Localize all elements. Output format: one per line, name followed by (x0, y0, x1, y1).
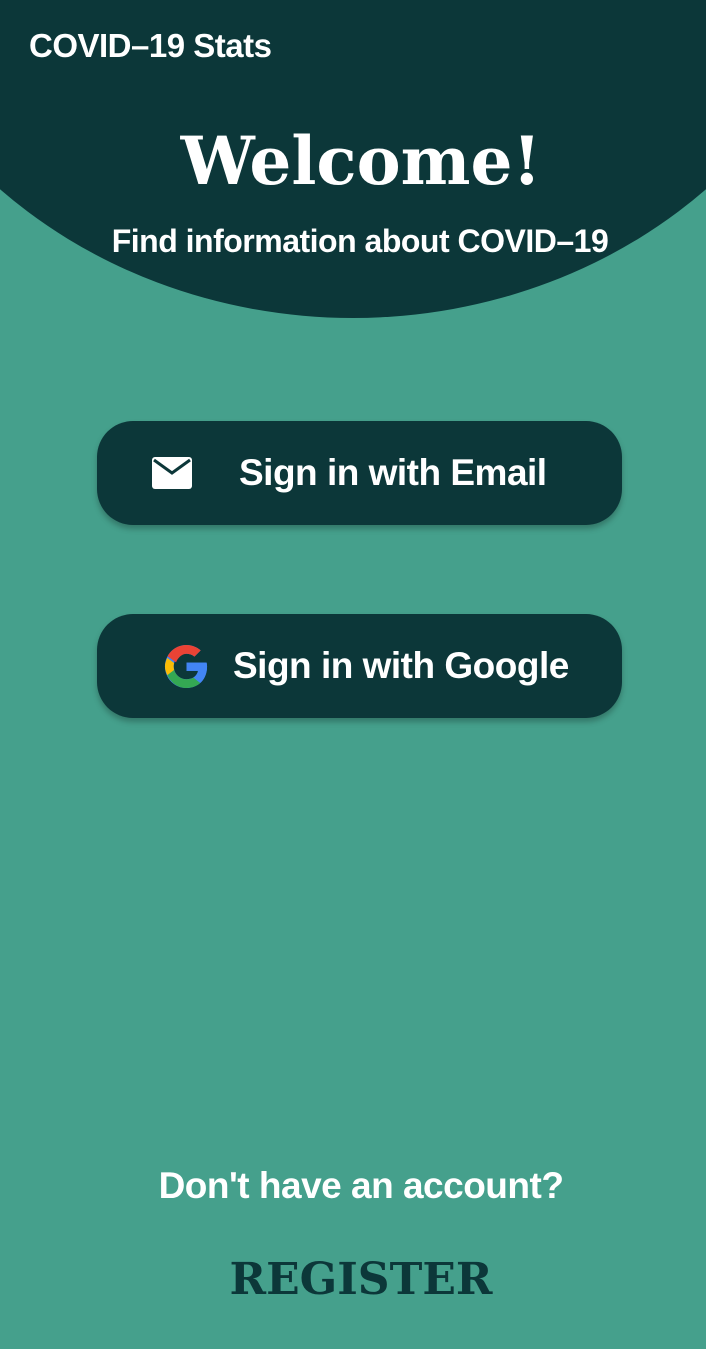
sign-in-email-button[interactable]: Sign in with Email (97, 421, 622, 525)
sign-in-google-button[interactable]: Sign in with Google (97, 614, 622, 718)
welcome-subtitle: Find information about COVID–19 (111, 223, 609, 259)
app-title: COVID–19 Stats (29, 27, 272, 64)
mail-icon (152, 457, 192, 489)
register-link[interactable]: REGISTER (0, 1254, 706, 1305)
sign-in-google-label: Sign in with Google (233, 645, 569, 686)
sign-in-email-label: Sign in with Email (239, 452, 547, 493)
no-account-prompt: Don't have an account? (158, 1165, 564, 1206)
welcome-heading: Welcome! (180, 122, 542, 200)
login-screen: COVID–19 Stats Welcome! Find information… (0, 0, 706, 1349)
google-icon (163, 643, 210, 690)
